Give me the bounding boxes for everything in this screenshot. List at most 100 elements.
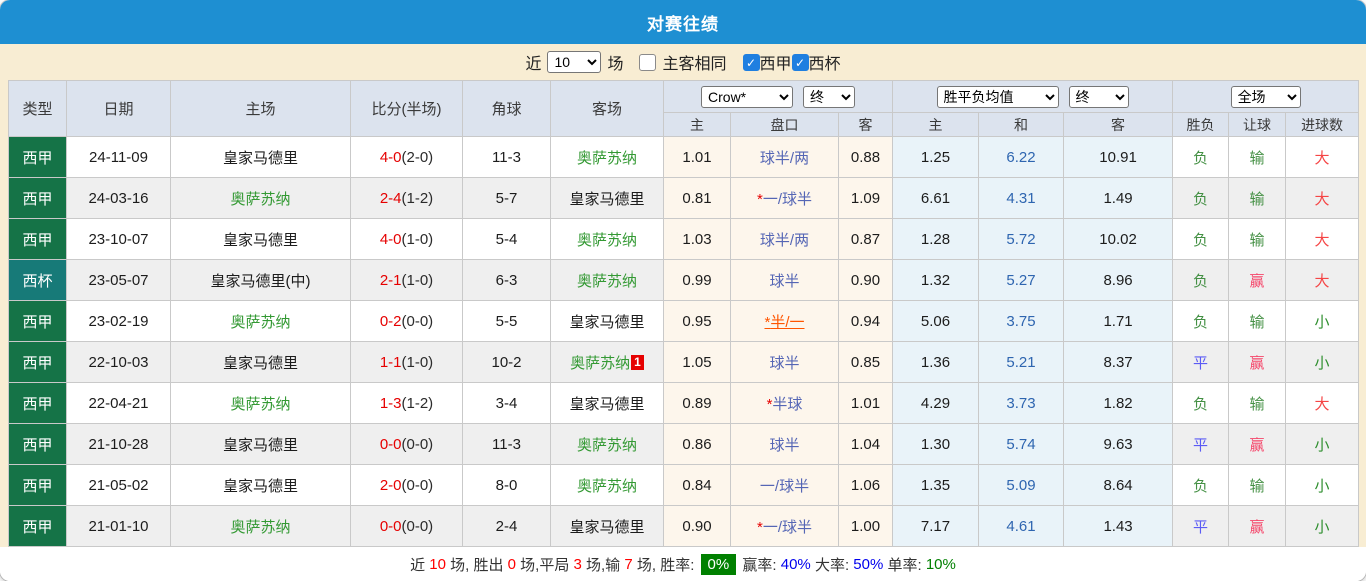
result-goals: 小 bbox=[1285, 464, 1360, 506]
fulltime-score: 4-0 bbox=[379, 148, 402, 166]
corners: 5-5 bbox=[462, 300, 551, 342]
odds-home: 1.05 bbox=[663, 341, 731, 383]
league-filter-checkbox[interactable]: ✓ bbox=[791, 53, 809, 71]
handicap: 球半/两 bbox=[730, 218, 839, 260]
header-date: 日期 bbox=[66, 80, 171, 137]
subheader-mean-home: 主 bbox=[892, 112, 980, 137]
match-date: 24-03-16 bbox=[66, 177, 171, 219]
match-row: 西甲 21-01-10 奥萨苏纳 0-0(0-0) 2-4 皇家马德里 0.90… bbox=[8, 505, 1360, 547]
summary-segment: 场,平局 bbox=[515, 557, 574, 574]
result-goals: 小 bbox=[1285, 423, 1360, 465]
same-venue-label: 主客相同 bbox=[662, 56, 727, 73]
mean-home: 6.61 bbox=[892, 177, 980, 219]
mean-draw: 4.31 bbox=[978, 177, 1065, 219]
odds-away: 0.85 bbox=[837, 341, 894, 383]
mean-draw: 3.73 bbox=[978, 382, 1065, 424]
red-card-badge: 1 bbox=[631, 354, 644, 370]
result-wdl: 负 bbox=[1172, 300, 1230, 342]
handicap: *一/球半 bbox=[730, 177, 839, 219]
summary-segment: 场,输 bbox=[581, 557, 625, 574]
odds-home: 0.84 bbox=[663, 464, 731, 506]
score-cell: 4-0(2-0) bbox=[350, 136, 463, 178]
away-team: 奥萨苏纳 1 bbox=[550, 341, 664, 383]
mean-home: 1.32 bbox=[892, 259, 980, 301]
away-team: 奥萨苏纳 bbox=[550, 464, 664, 506]
handicap-text: 一/球半 bbox=[759, 477, 810, 495]
subheader-mean-draw: 和 bbox=[978, 112, 1065, 137]
mean-draw: 5.21 bbox=[978, 341, 1065, 383]
odds-time-select[interactable]: 终 bbox=[803, 85, 856, 108]
result-handicap: 输 bbox=[1228, 464, 1287, 506]
halftime-score: (1-0) bbox=[401, 271, 434, 289]
halftime-score: (1-0) bbox=[401, 230, 434, 248]
subheader-result: 胜负 bbox=[1172, 112, 1230, 137]
handicap-text: 球半 bbox=[769, 354, 800, 372]
match-row: 西甲 23-10-07 皇家马德里 4-0(1-0) 5-4 奥萨苏纳 1.03… bbox=[8, 218, 1360, 260]
panel-title: 对赛往绩 bbox=[0, 0, 1366, 44]
away-team-name: 奥萨苏纳 bbox=[576, 272, 637, 290]
summary-segment: 10% bbox=[925, 556, 956, 573]
table-wrap: 类型 日期 主场 比分(半场) 角球 客场 Crow* 终 胜平负均值 终 全场… bbox=[0, 80, 1366, 547]
match-date: 22-10-03 bbox=[66, 341, 171, 383]
filter-bar: 近 10 场 主客相同 ✓ 西甲 ✓ 西杯 bbox=[0, 44, 1366, 80]
summary-segment: 10 bbox=[429, 556, 446, 573]
league-filter-label: 西杯 bbox=[808, 56, 841, 73]
header-home: 主场 bbox=[170, 80, 351, 137]
mean-time-select[interactable]: 终 bbox=[1068, 85, 1129, 108]
mean-type-select[interactable]: 胜平负均值 bbox=[936, 85, 1059, 108]
handicap: 一/球半 bbox=[730, 464, 839, 506]
odds-away: 0.90 bbox=[837, 259, 894, 301]
summary-segment: 40% bbox=[780, 556, 811, 573]
corners: 6-3 bbox=[462, 259, 551, 301]
handicap-text: 球半 bbox=[769, 272, 800, 290]
home-team: 奥萨苏纳 bbox=[170, 382, 351, 424]
scope-select[interactable]: 全场 bbox=[1230, 85, 1301, 108]
summary-segment: 赢率: bbox=[738, 557, 781, 574]
result-handicap: 赢 bbox=[1228, 341, 1287, 383]
corners: 3-4 bbox=[462, 382, 551, 424]
match-history-table: 类型 日期 主场 比分(半场) 角球 客场 Crow* 终 胜平负均值 终 全场… bbox=[8, 80, 1360, 547]
mean-home: 5.06 bbox=[892, 300, 980, 342]
score-cell: 2-4(1-2) bbox=[350, 177, 463, 219]
league-filter-checkbox[interactable]: ✓ bbox=[742, 53, 760, 71]
odds-away: 0.87 bbox=[837, 218, 894, 260]
summary-segment: 3 bbox=[573, 556, 582, 573]
mean-draw: 6.22 bbox=[978, 136, 1065, 178]
subheader-goals: 进球数 bbox=[1285, 112, 1360, 137]
result-goals: 大 bbox=[1285, 259, 1360, 301]
odds-away: 1.09 bbox=[837, 177, 894, 219]
halftime-score: (0-0) bbox=[401, 476, 434, 494]
subheader-mean-away: 客 bbox=[1063, 112, 1174, 137]
odds-home: 0.95 bbox=[663, 300, 731, 342]
mean-away: 10.02 bbox=[1063, 218, 1174, 260]
summary-bar: 近 10 场, 胜出 0 场,平局 3 场,输 7 场, 胜率: 0% 赢率: … bbox=[0, 547, 1366, 581]
subheader-odds-away: 客 bbox=[837, 112, 894, 137]
handicap-text: 一/球半 bbox=[762, 190, 812, 208]
match-count-select[interactable]: 10 bbox=[547, 51, 602, 73]
mean-home: 4.29 bbox=[892, 382, 980, 424]
league-type-cell: 西甲 bbox=[8, 300, 67, 342]
corners: 10-2 bbox=[462, 341, 551, 383]
mean-draw: 5.27 bbox=[978, 259, 1065, 301]
result-goals: 大 bbox=[1285, 218, 1360, 260]
corners: 8-0 bbox=[462, 464, 551, 506]
mean-draw: 5.74 bbox=[978, 423, 1065, 465]
home-team: 奥萨苏纳 bbox=[170, 505, 351, 547]
corners: 5-4 bbox=[462, 218, 551, 260]
result-goals: 大 bbox=[1285, 177, 1360, 219]
home-team: 奥萨苏纳 bbox=[170, 177, 351, 219]
match-row: 西甲 22-10-03 皇家马德里 1-1(1-0) 10-2 奥萨苏纳 1 1.… bbox=[8, 341, 1360, 383]
odds-provider-header: Crow* 终 bbox=[662, 80, 894, 113]
home-team: 皇家马德里(中) bbox=[170, 259, 351, 301]
odds-away: 0.94 bbox=[837, 300, 894, 342]
mean-home: 7.17 bbox=[892, 505, 980, 547]
result-wdl: 负 bbox=[1172, 382, 1230, 424]
odds-home: 0.81 bbox=[663, 177, 731, 219]
handicap: 球半 bbox=[730, 259, 839, 301]
home-team: 皇家马德里 bbox=[170, 341, 351, 383]
mean-home: 1.30 bbox=[892, 423, 980, 465]
odds-provider-select[interactable]: Crow* bbox=[701, 85, 794, 108]
same-venue-checkbox[interactable] bbox=[639, 53, 657, 71]
mean-home: 1.35 bbox=[892, 464, 980, 506]
result-wdl: 负 bbox=[1172, 177, 1230, 219]
